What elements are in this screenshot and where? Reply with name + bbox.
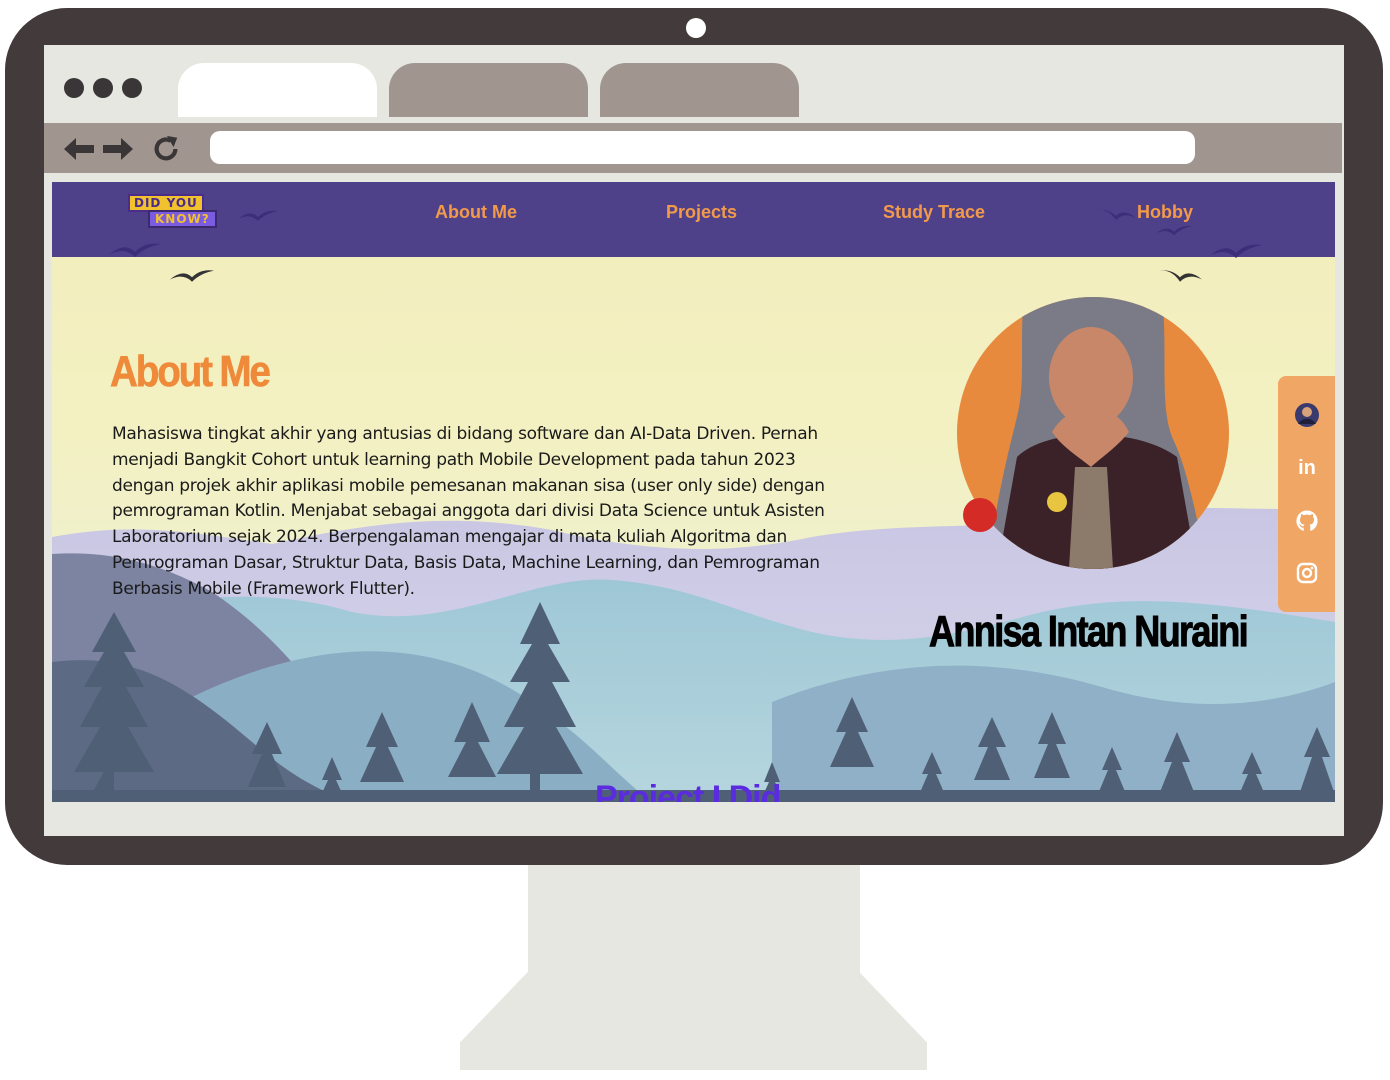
- bird-icon: [170, 270, 214, 282]
- bird-icon: [1210, 244, 1262, 258]
- forward-arrow-icon[interactable]: [103, 134, 133, 164]
- camera-dot: [686, 18, 706, 38]
- github-icon[interactable]: [1294, 508, 1320, 534]
- bird-icon: [238, 210, 278, 221]
- profile-icon[interactable]: [1294, 402, 1320, 428]
- tab-active[interactable]: [178, 63, 377, 117]
- instagram-icon[interactable]: [1294, 560, 1320, 586]
- reload-icon[interactable]: [151, 134, 181, 164]
- monitor-stand-neck: [528, 865, 860, 973]
- social-links-panel: in: [1278, 376, 1335, 612]
- window-dot-minimize[interactable]: [93, 78, 113, 98]
- decorative-dot: [963, 498, 997, 532]
- tab-second[interactable]: [389, 63, 588, 117]
- window-dot-close[interactable]: [64, 78, 84, 98]
- profile-name: Annisa Intan Nuraini: [929, 607, 1249, 657]
- profile-photo: [957, 297, 1229, 569]
- back-arrow-icon[interactable]: [64, 134, 94, 164]
- projects-section-heading: Project I Did: [595, 779, 781, 802]
- bird-icon: [1156, 225, 1192, 236]
- monitor-stand-base: [460, 972, 927, 1070]
- bird-icon: [109, 243, 161, 257]
- bird-icon: [1158, 270, 1202, 282]
- linkedin-icon[interactable]: in: [1294, 455, 1320, 481]
- bird-icon: [1096, 209, 1136, 220]
- tab-third[interactable]: [600, 63, 799, 117]
- website-viewport: DID YOU KNOW? About Me Projects Study Tr…: [52, 182, 1335, 802]
- about-me-description: Mahasiswa tingkat akhir yang antusias di…: [112, 424, 825, 599]
- window-controls: [64, 78, 142, 98]
- window-dot-maximize[interactable]: [122, 78, 142, 98]
- address-bar[interactable]: [210, 131, 1195, 164]
